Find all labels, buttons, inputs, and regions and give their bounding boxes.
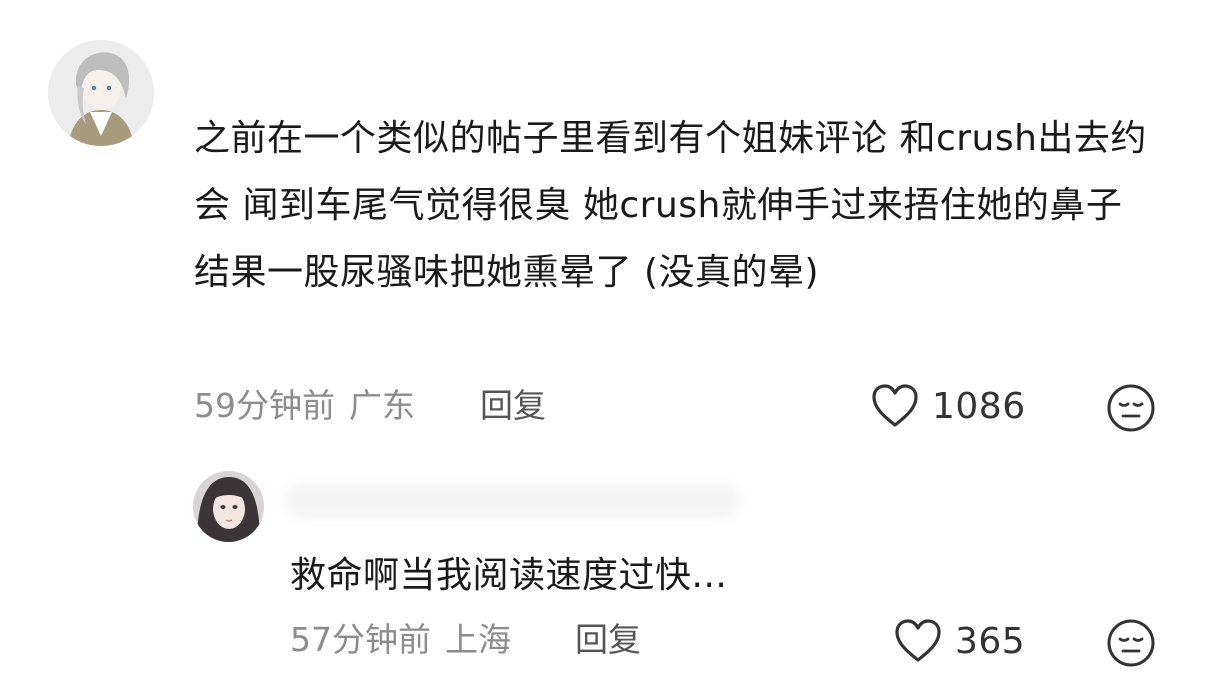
comment-time: 59分钟前 [194, 386, 335, 425]
reply-comment-item: 救命啊当我阅读速度过快... 57分钟前 上海 回复 365 [0, 450, 1206, 692]
reaction-button[interactable] [1106, 618, 1156, 668]
avatar-photo [193, 471, 264, 542]
comment-text: 救命啊当我阅读速度过快... [290, 555, 728, 596]
like-count: 1086 [932, 385, 1026, 427]
avatar[interactable] [48, 40, 154, 146]
comment-text: 之前在一个类似的帖子里看到有个姐妹评论 和crush出去约会 闻到车尾气觉得很臭… [194, 118, 1147, 293]
comment-meta: 59分钟前 广东 [194, 386, 415, 426]
avatar[interactable] [193, 471, 264, 542]
like-count: 365 [955, 620, 1026, 662]
like-button[interactable]: 1086 [870, 382, 1026, 430]
comment-item: 之前在一个类似的帖子里看到有个姐妹评论 和crush出去约会 闻到车尾气觉得很臭… [0, 0, 1206, 450]
avatar-illustration [48, 40, 154, 146]
meh-face-icon [1107, 384, 1155, 432]
comment-meta: 57分钟前 上海 [290, 620, 511, 660]
reaction-button[interactable] [1106, 383, 1156, 433]
like-button[interactable]: 365 [893, 617, 1025, 665]
comment-location: 上海 [445, 620, 511, 659]
heart-icon [872, 384, 918, 427]
username-redacted [285, 484, 740, 518]
comment-time: 57分钟前 [290, 620, 431, 659]
heart-icon [895, 619, 941, 662]
reply-button[interactable]: 回复 [480, 386, 546, 426]
comment-location: 广东 [349, 386, 415, 425]
meh-face-icon [1107, 619, 1155, 667]
reply-button[interactable]: 回复 [575, 620, 641, 660]
